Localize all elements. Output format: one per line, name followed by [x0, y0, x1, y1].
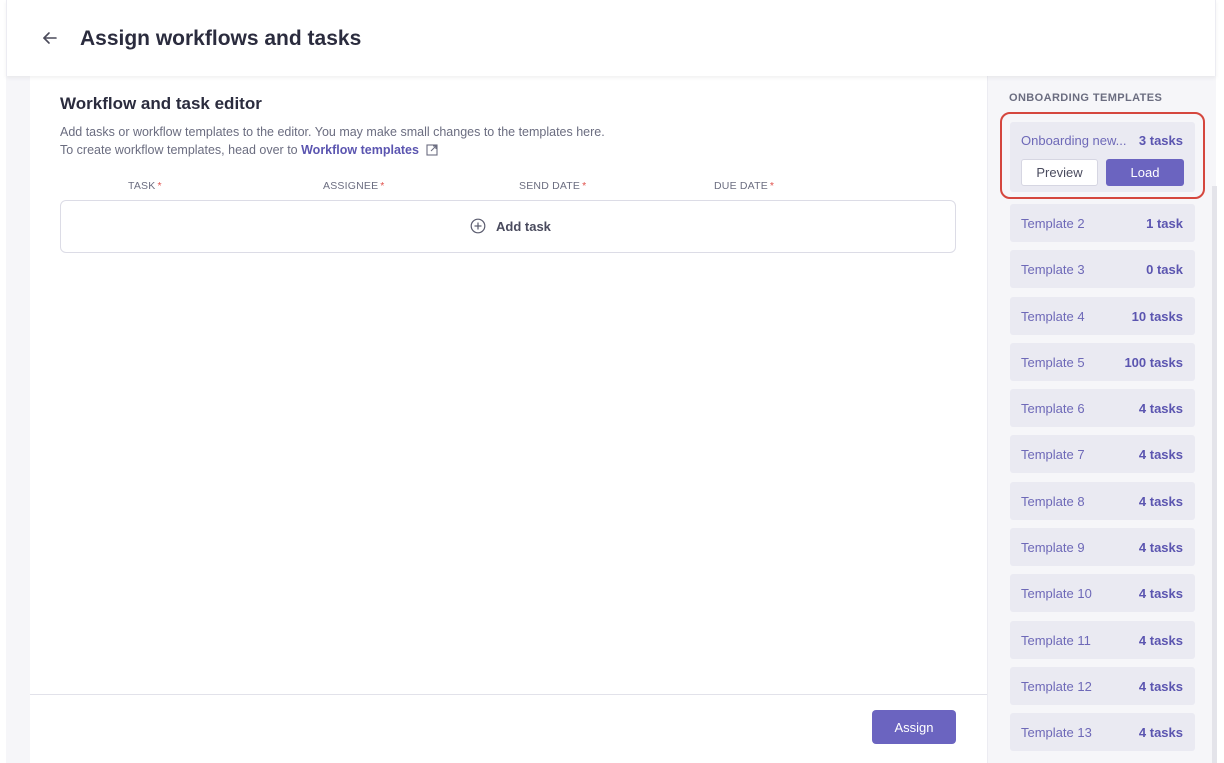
- page-title: Assign workflows and tasks: [80, 27, 362, 50]
- editor-title: Workflow and task editor: [60, 94, 262, 113]
- template-task-count: 4 tasks: [1138, 493, 1183, 509]
- template-task-count: 4 tasks: [1138, 632, 1183, 648]
- workflow-templates-hint: To create workflow templates, head over …: [60, 141, 439, 159]
- template-task-count: 0 task: [1146, 262, 1183, 278]
- template-name: Template 8: [1021, 493, 1085, 509]
- add-task-button[interactable]: Add task: [470, 218, 551, 234]
- selected-template-highlight: Onboarding new... 3 tasks Preview Load: [1000, 112, 1205, 199]
- external-link-icon[interactable]: [426, 143, 439, 156]
- add-task-label: Add task: [496, 218, 551, 234]
- preview-button[interactable]: Preview: [1021, 159, 1098, 186]
- template-task-count: 10 tasks: [1131, 308, 1183, 324]
- column-header-due-date: DUE DATE *: [714, 180, 775, 192]
- template-card[interactable]: Template 5 100 tasks: [1010, 342, 1195, 381]
- column-header-send-date: SEND DATE *: [519, 180, 587, 192]
- selected-template-card[interactable]: Onboarding new... 3 tasks Preview Load: [1010, 122, 1195, 192]
- template-task-count: 4 tasks: [1138, 586, 1183, 602]
- column-header-task: TASK *: [128, 180, 162, 192]
- template-name: Onboarding new...: [1021, 133, 1127, 148]
- template-card[interactable]: Template 7 4 tasks: [1010, 435, 1195, 474]
- back-arrow-icon[interactable]: [41, 29, 59, 47]
- template-card[interactable]: Template 6 4 tasks: [1010, 389, 1195, 428]
- page-header: Assign workflows and tasks: [6, 0, 1216, 76]
- template-task-count: 3 tasks: [1138, 133, 1183, 148]
- template-card[interactable]: Template 3 0 task: [1010, 250, 1195, 289]
- template-task-count: 4 tasks: [1138, 540, 1183, 556]
- template-card[interactable]: Template 11 4 tasks: [1010, 620, 1195, 659]
- task-list-box: Add task: [60, 200, 956, 253]
- template-card[interactable]: Template 12 4 tasks: [1010, 666, 1195, 705]
- template-name: Template 12: [1021, 678, 1092, 694]
- template-task-count: 4 tasks: [1138, 401, 1183, 417]
- template-task-count: 1 task: [1146, 216, 1183, 231]
- template-task-count: 4 tasks: [1138, 678, 1183, 694]
- sidebar-title: ONBOARDING TEMPLATES: [1009, 92, 1163, 104]
- template-name: Template 2: [1021, 216, 1085, 231]
- sidebar-scrollbar[interactable]: [1212, 186, 1217, 763]
- template-card[interactable]: Template 13 4 tasks: [1010, 713, 1195, 752]
- template-name: Template 3: [1021, 262, 1085, 278]
- template-task-count: 100 tasks: [1124, 354, 1183, 370]
- template-task-count: 4 tasks: [1138, 725, 1183, 741]
- editor-panel: Workflow and task editor Add tasks or wo…: [30, 76, 987, 763]
- onboarding-templates-sidebar: ONBOARDING TEMPLATES Onboarding new... 3…: [987, 76, 1217, 763]
- template-list: Template 2 1 task Template 3 0 task Temp…: [1010, 204, 1195, 760]
- template-name: Template 6: [1021, 401, 1085, 417]
- template-card[interactable]: Template 4 10 tasks: [1010, 296, 1195, 335]
- template-name: Template 11: [1021, 632, 1091, 648]
- template-card[interactable]: Template 9 4 tasks: [1010, 528, 1195, 567]
- column-header-assignee: ASSIGNEE *: [323, 180, 385, 192]
- template-name: Template 4: [1021, 308, 1085, 324]
- template-name: Template 10: [1021, 586, 1092, 602]
- assign-button[interactable]: Assign: [872, 710, 956, 744]
- template-card[interactable]: Template 2 1 task: [1010, 204, 1195, 242]
- footer-divider: [30, 694, 987, 695]
- plus-circle-icon: [470, 218, 486, 234]
- link-prefix: To create workflow templates, head over …: [60, 143, 298, 157]
- editor-description: Add tasks or workflow templates to the e…: [60, 125, 605, 139]
- template-task-count: 4 tasks: [1138, 447, 1183, 463]
- template-card[interactable]: Template 8 4 tasks: [1010, 481, 1195, 520]
- template-name: Template 9: [1021, 540, 1085, 556]
- load-button[interactable]: Load: [1106, 159, 1184, 186]
- workflow-templates-link[interactable]: Workflow templates: [301, 143, 419, 157]
- left-gutter: [6, 76, 30, 763]
- template-card[interactable]: Template 10 4 tasks: [1010, 574, 1195, 613]
- template-name: Template 7: [1021, 447, 1085, 463]
- template-name: Template 5: [1021, 354, 1085, 370]
- template-name: Template 13: [1021, 725, 1092, 741]
